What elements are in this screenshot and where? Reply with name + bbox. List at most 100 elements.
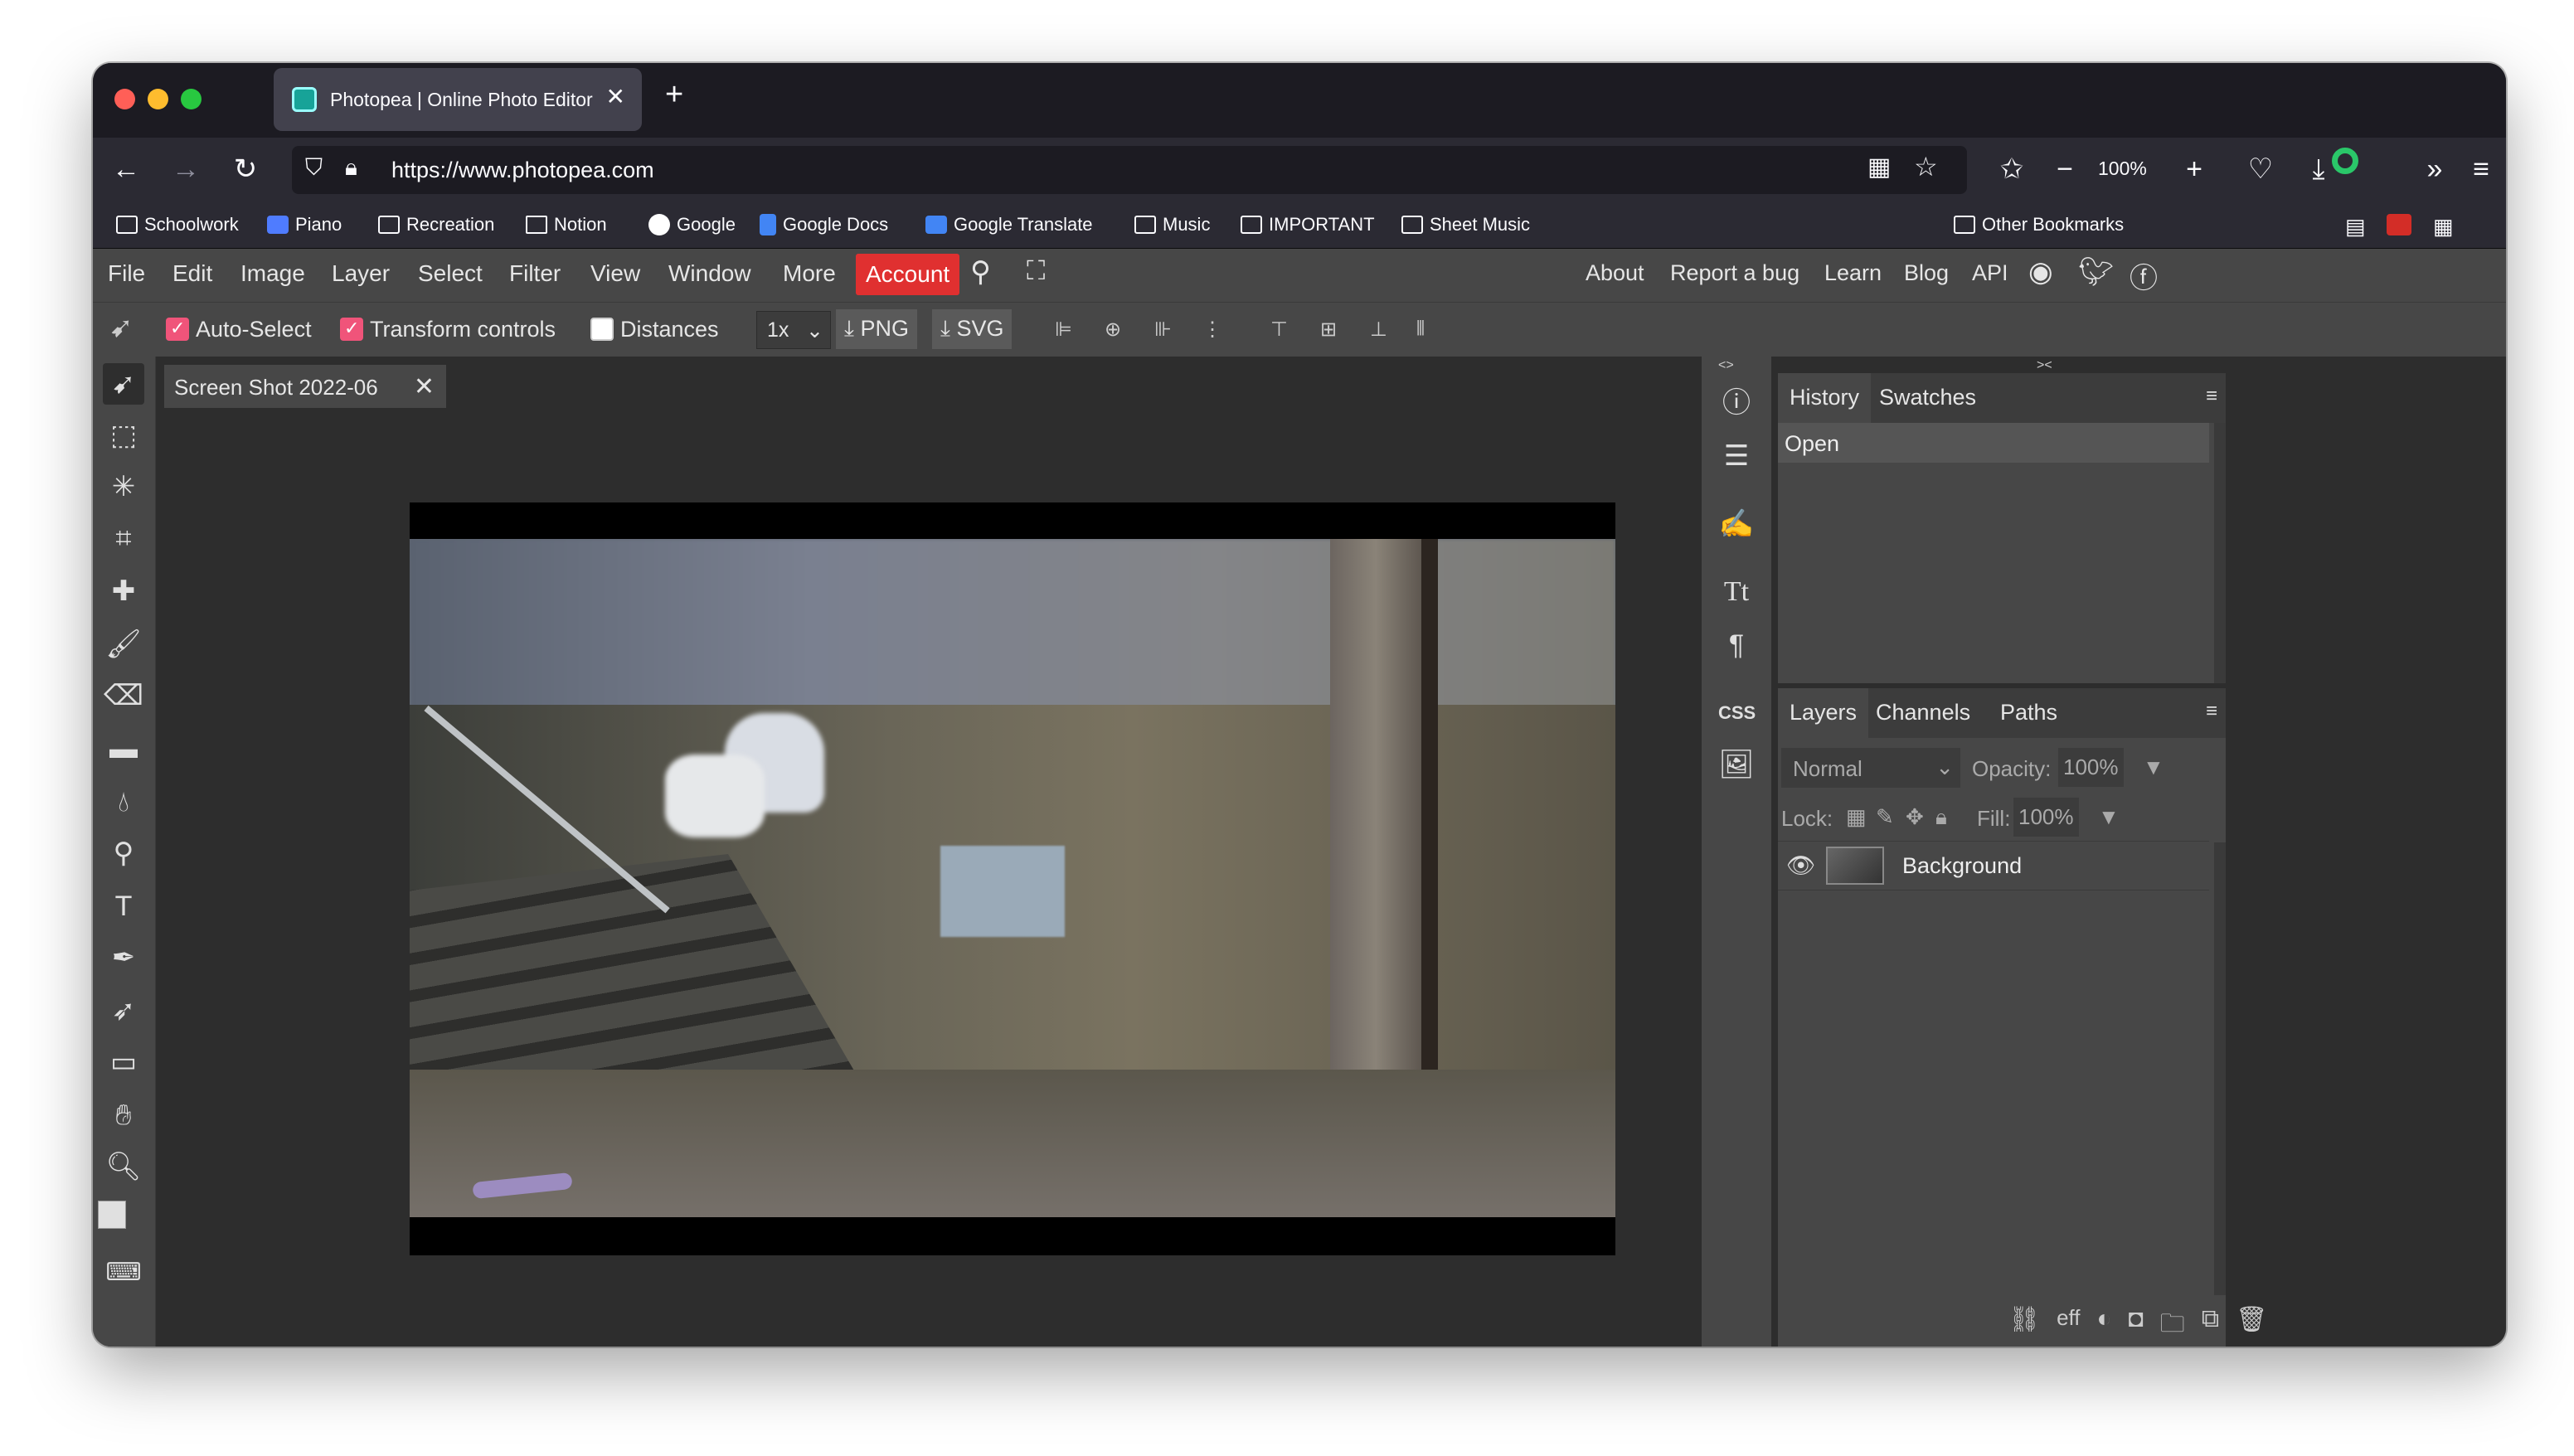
minimize-window-button[interactable]	[148, 89, 168, 109]
reload-button[interactable]: ↻	[226, 149, 265, 189]
maximize-window-button[interactable]	[181, 89, 202, 109]
reading-list-icon[interactable]: ✩	[1992, 149, 2032, 189]
css-panel-icon[interactable]: CSS	[1718, 695, 1756, 731]
menu-more[interactable]: More	[783, 260, 836, 287]
foreground-color-swatch[interactable]	[98, 1201, 126, 1229]
bookmark-notion[interactable]: Notion	[526, 214, 607, 235]
layer-effects-icon[interactable]: eff	[2057, 1305, 2080, 1347]
bookmark-sheet-music[interactable]: Sheet Music	[1401, 214, 1530, 235]
distribute-horizontal-icon[interactable]: ⋮	[1202, 318, 1227, 344]
lock-pixels-icon[interactable]: ✎	[1876, 804, 1894, 830]
move-tool-icon[interactable]: ➹	[103, 363, 144, 405]
export-png-button[interactable]: ⤓ PNG	[836, 309, 917, 349]
lock-all-icon[interactable]: 🔒︎	[1935, 804, 1947, 831]
type-tool-icon[interactable]: T	[103, 886, 144, 927]
marquee-tool-icon[interactable]: ⬚	[103, 415, 144, 456]
extensions-grid-icon[interactable]: ▦	[2433, 214, 2454, 240]
brush-tool-icon[interactable]: 🖌︎	[103, 624, 144, 665]
bookmark-important[interactable]: IMPORTANT	[1241, 214, 1375, 235]
panel-menu-icon[interactable]: ≡	[2206, 700, 2217, 723]
history-scrollbar[interactable]	[2214, 423, 2226, 683]
extension-icon[interactable]	[2332, 148, 2358, 174]
reddit-icon[interactable]: ◉	[2028, 255, 2053, 289]
facebook-icon[interactable]: ⓕ	[2130, 255, 2158, 296]
zoom-tool-icon[interactable]: 🔍︎	[103, 1146, 144, 1187]
fullscreen-icon[interactable]: ⛶	[1027, 255, 1045, 287]
link-layers-icon[interactable]: ⛓	[2008, 1305, 2040, 1347]
magic-wand-tool-icon[interactable]: ✳	[103, 466, 144, 507]
bookmark-piano[interactable]: Piano	[267, 214, 342, 235]
menu-file[interactable]: File	[108, 260, 145, 287]
close-document-icon[interactable]: ✕	[414, 372, 435, 401]
opacity-input[interactable]: 100%	[2058, 748, 2124, 787]
scale-dropdown[interactable]: 1x ⌄	[756, 311, 831, 349]
new-group-icon[interactable]: 🗀︎	[2160, 1305, 2185, 1347]
document-tab[interactable]: Screen Shot 2022-06 ✕	[164, 365, 446, 408]
api-link[interactable]: API	[1972, 260, 2008, 286]
document-canvas[interactable]	[410, 502, 1615, 1255]
panel-menu-icon[interactable]: ≡	[2206, 385, 2217, 408]
lock-transparency-icon[interactable]: ▦	[1846, 804, 1867, 830]
fill-input[interactable]: 100%	[2013, 798, 2079, 837]
learn-link[interactable]: Learn	[1824, 260, 1882, 286]
report-bug-link[interactable]: Report a bug	[1670, 260, 1799, 286]
browser-tab[interactable]: Photopea | Online Photo Editor ✕	[274, 68, 642, 131]
gradient-tool-icon[interactable]: ▬	[103, 728, 144, 769]
bookmark-schoolwork[interactable]: Schoolwork	[116, 214, 239, 235]
pen-tool-icon[interactable]: ✒	[103, 937, 144, 978]
menu-edit[interactable]: Edit	[172, 260, 212, 287]
hamburger-menu-icon[interactable]: ≡	[2461, 149, 2501, 189]
adjustments-icon[interactable]: ☰	[1718, 438, 1755, 474]
zoom-out-button[interactable]: −	[2048, 149, 2081, 189]
paragraph-icon[interactable]: ¶	[1718, 627, 1755, 663]
align-bottom-icon[interactable]: ⊥	[1370, 318, 1395, 344]
align-right-icon[interactable]: ⊪	[1154, 318, 1179, 344]
layer-row[interactable]: 👁︎ Background	[1778, 841, 2209, 891]
blog-link[interactable]: Blog	[1904, 260, 1949, 286]
bookmark-google-translate[interactable]: Google Translate	[925, 214, 1093, 235]
lock-icon[interactable]: 🔒︎	[345, 154, 357, 182]
bookmark-recreation[interactable]: Recreation	[378, 214, 494, 235]
url-bar[interactable]: ⛉ 🔒︎ https://www.photopea.com ▦ ☆	[292, 146, 1967, 194]
brush-settings-icon[interactable]: ✍	[1718, 506, 1755, 542]
menu-image[interactable]: Image	[240, 260, 305, 287]
menu-filter[interactable]: Filter	[509, 260, 561, 287]
layers-scrollbar[interactable]	[2214, 842, 2226, 1295]
tab-channels[interactable]: Channels	[1864, 688, 1982, 738]
shield-icon[interactable]: ⛉	[305, 154, 323, 182]
menu-layer[interactable]: Layer	[332, 260, 390, 287]
bookmark-music[interactable]: Music	[1134, 214, 1210, 235]
fill-arrow-icon[interactable]: ▼	[2098, 804, 2120, 830]
bookmark-google[interactable]: Google	[648, 214, 736, 235]
opacity-arrow-icon[interactable]: ▼	[2143, 755, 2164, 780]
align-top-icon[interactable]: ⊤	[1270, 318, 1295, 344]
menu-view[interactable]: View	[590, 260, 640, 287]
character-icon[interactable]: Tt	[1718, 574, 1755, 610]
bookmark-google-docs[interactable]: Google Docs	[760, 214, 888, 235]
account-button[interactable]: Account	[856, 254, 960, 295]
delete-layer-icon[interactable]: 🗑︎	[2236, 1305, 2267, 1347]
blur-tool-icon[interactable]: 💧︎	[103, 781, 144, 823]
eye-icon[interactable]: 👁︎	[1786, 852, 1816, 879]
new-tab-button[interactable]: +	[665, 78, 683, 111]
align-center-icon[interactable]: ⊕	[1105, 318, 1129, 344]
path-select-tool-icon[interactable]: ➶	[103, 990, 144, 1031]
other-bookmarks[interactable]: Other Bookmarks	[1954, 214, 2124, 235]
history-item[interactable]: Open	[1778, 423, 2209, 463]
zoom-level[interactable]: 100%	[2098, 158, 2147, 180]
new-layer-icon[interactable]: ⧉	[2202, 1305, 2219, 1347]
canvas-workspace[interactable]: Screen Shot 2022-06 ✕	[156, 357, 1702, 1347]
tab-layers[interactable]: Layers	[1778, 688, 1869, 738]
lastpass-icon[interactable]	[2387, 214, 2411, 235]
zoom-in-button[interactable]: +	[2174, 149, 2214, 189]
menu-select[interactable]: Select	[418, 260, 483, 287]
search-icon[interactable]: ⚲	[970, 255, 991, 289]
distances-checkbox[interactable]	[590, 318, 614, 341]
bookmark-star-icon[interactable]: ☆	[1914, 151, 1938, 182]
tab-paths[interactable]: Paths	[1989, 688, 2069, 738]
tab-swatches[interactable]: Swatches	[1867, 373, 1988, 423]
calendar-icon[interactable]: ▤	[2345, 214, 2366, 240]
twitter-icon[interactable]: 🐦︎	[2078, 255, 2114, 289]
info-icon[interactable]: ⓘ	[1718, 385, 1755, 421]
collapse-icon[interactable]: <>	[1718, 358, 1734, 373]
